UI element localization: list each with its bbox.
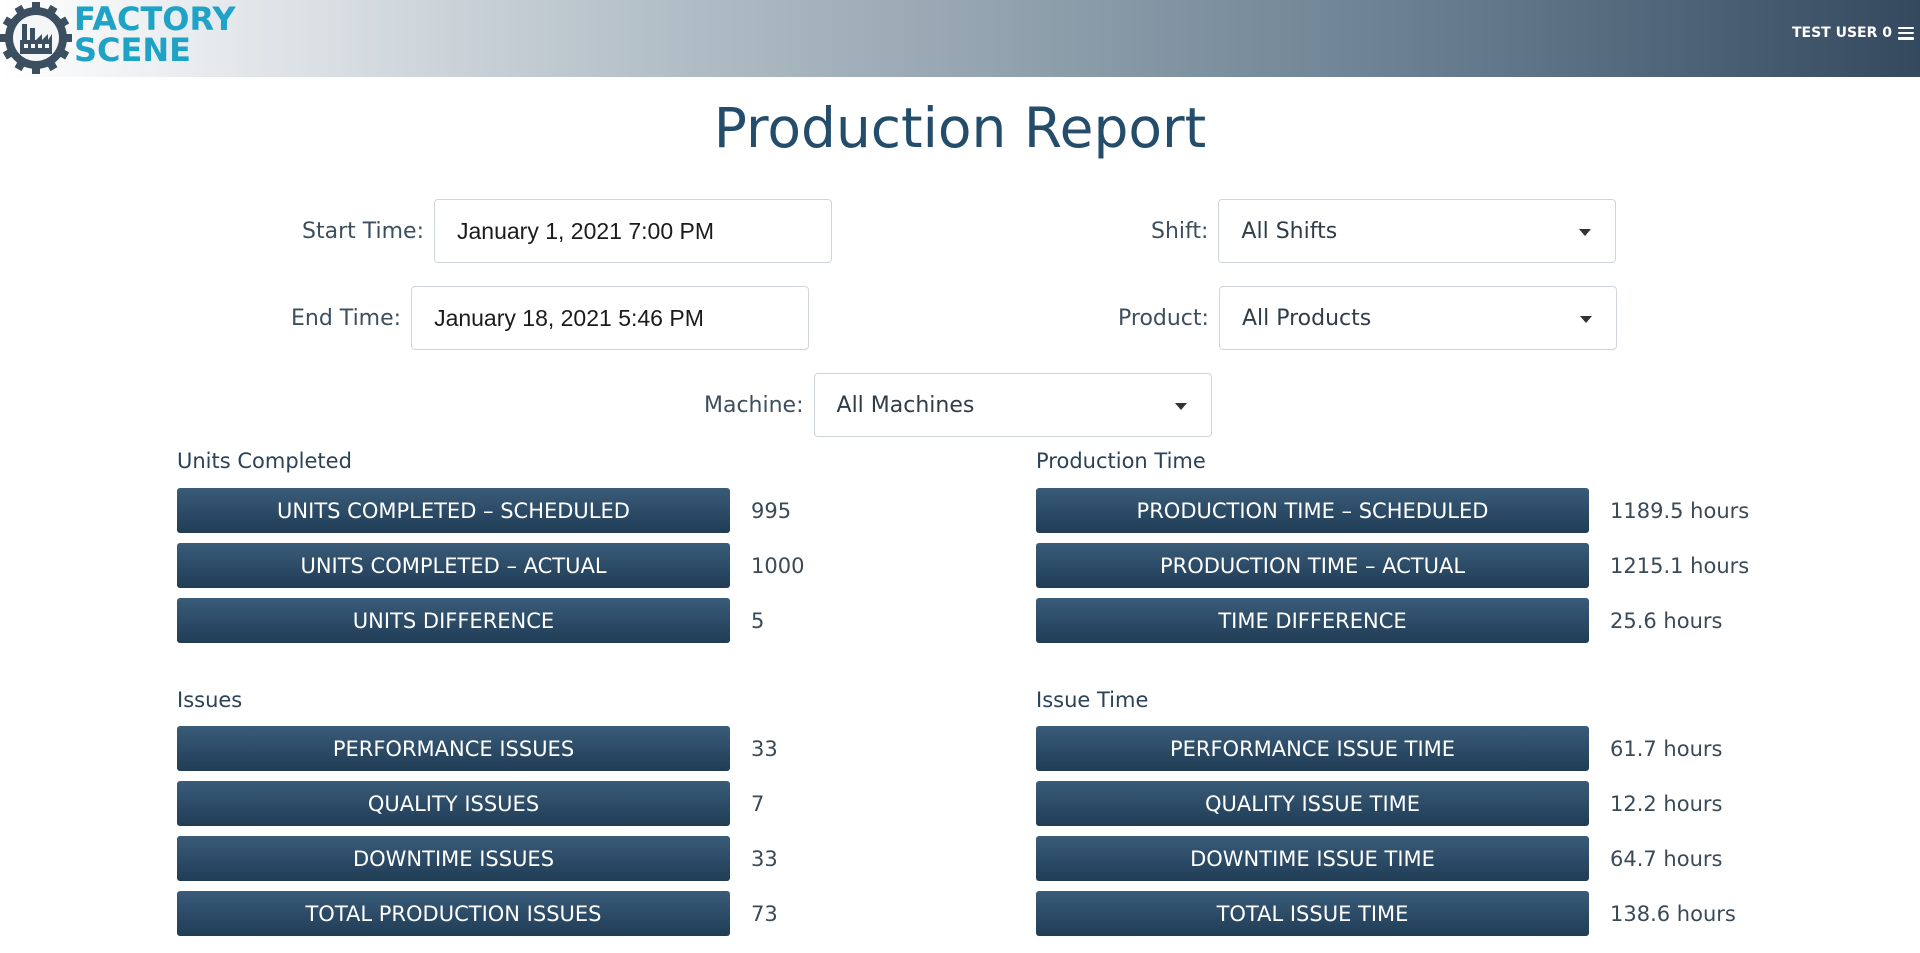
chevron-down-icon [1579, 316, 1592, 323]
downtime-issues-button[interactable]: DOWNTIME ISSUES [177, 836, 730, 881]
shift-label: Shift: [1151, 218, 1209, 244]
production-time-scheduled-button[interactable]: PRODUCTION TIME – SCHEDULED [1036, 488, 1589, 533]
downtime-issue-time-value: 64.7 hours [1610, 846, 1723, 871]
chevron-down-icon [1174, 403, 1187, 410]
machine-selected-value: All Machines [836, 392, 975, 418]
production-time-actual-button[interactable]: PRODUCTION TIME – ACTUAL [1036, 543, 1589, 588]
gear-logo-icon [0, 2, 72, 74]
total-production-issues-button[interactable]: TOTAL PRODUCTION ISSUES [177, 891, 730, 936]
machine-label: Machine: [704, 392, 804, 418]
start-time-filter: Start Time: January 1, 2021 7:00 PM [302, 199, 832, 263]
product-filter: Product: All Products [1118, 286, 1617, 350]
downtime-issues-value: 33 [751, 846, 778, 871]
end-time-value: January 18, 2021 5:46 PM [434, 304, 704, 331]
shift-select[interactable]: All Shifts [1218, 199, 1617, 263]
machine-filter: Machine: All Machines [704, 373, 1212, 437]
units-difference-button[interactable]: UNITS DIFFERENCE [177, 598, 730, 643]
logo-wordmark: FACTORY SCENE [74, 3, 244, 69]
start-time-label: Start Time: [302, 218, 424, 244]
units-completed-actual-value: 1000 [751, 553, 805, 578]
start-time-input[interactable]: January 1, 2021 7:00 PM [434, 199, 832, 263]
production-time-actual-value: 1215.1 hours [1610, 553, 1750, 578]
hamburger-menu-icon[interactable] [1898, 26, 1914, 40]
units-difference-value: 5 [751, 608, 765, 633]
performance-issue-time-button[interactable]: PERFORMANCE ISSUE TIME [1036, 726, 1589, 771]
total-issue-time-button[interactable]: TOTAL ISSUE TIME [1036, 891, 1589, 936]
end-time-filter: End Time: January 18, 2021 5:46 PM [291, 286, 810, 350]
quality-issues-value: 7 [751, 791, 765, 816]
quality-issue-time-button[interactable]: QUALITY ISSUE TIME [1036, 781, 1589, 826]
user-name: TEST USER 0 [1791, 25, 1892, 41]
performance-issues-button[interactable]: PERFORMANCE ISSUES [177, 726, 730, 771]
issues-heading: Issues [177, 688, 243, 712]
production-time-heading: Production Time [1036, 449, 1206, 473]
chevron-down-icon [1579, 229, 1592, 236]
quality-issues-button[interactable]: QUALITY ISSUES [177, 781, 730, 826]
end-time-input[interactable]: January 18, 2021 5:46 PM [411, 286, 810, 350]
quality-issue-time-value: 12.2 hours [1610, 791, 1723, 816]
performance-issue-time-value: 61.7 hours [1610, 736, 1723, 761]
production-time-scheduled-value: 1189.5 hours [1610, 498, 1750, 523]
units-completed-heading: Units Completed [177, 449, 352, 473]
logo-line-2: SCENE [74, 31, 192, 69]
performance-issues-value: 33 [751, 736, 778, 761]
total-issue-time-value: 138.6 hours [1610, 901, 1736, 926]
units-completed-actual-button[interactable]: UNITS COMPLETED – ACTUAL [177, 543, 730, 588]
machine-select[interactable]: All Machines [813, 373, 1212, 437]
user-menu-toggle[interactable]: TEST USER 0 [1792, 22, 1914, 44]
total-production-issues-value: 73 [751, 901, 778, 926]
product-label: Product: [1118, 305, 1209, 331]
product-selected-value: All Products [1241, 305, 1372, 331]
product-select[interactable]: All Products [1218, 286, 1617, 350]
end-time-label: End Time: [291, 305, 402, 331]
downtime-issue-time-button[interactable]: DOWNTIME ISSUE TIME [1036, 836, 1589, 881]
units-completed-scheduled-value: 995 [751, 498, 792, 523]
time-difference-button[interactable]: TIME DIFFERENCE [1036, 598, 1589, 643]
page-title: Production Report [713, 96, 1207, 160]
time-difference-value: 25.6 hours [1610, 608, 1723, 633]
shift-filter: Shift: All Shifts [1151, 199, 1617, 263]
units-completed-scheduled-button[interactable]: UNITS COMPLETED – SCHEDULED [177, 488, 730, 533]
shift-selected-value: All Shifts [1241, 218, 1338, 244]
start-time-value: January 1, 2021 7:00 PM [457, 217, 714, 244]
top-navbar: FACTORY SCENE TEST USER 0 [0, 0, 1920, 77]
issue-time-heading: Issue Time [1036, 688, 1149, 712]
